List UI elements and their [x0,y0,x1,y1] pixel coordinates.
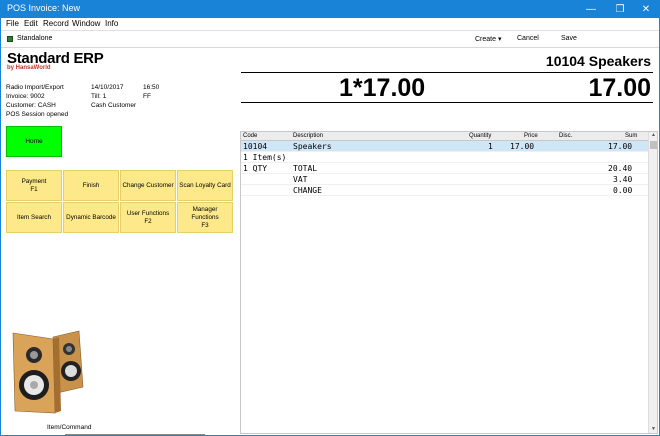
cell-code: 10104 [243,142,268,151]
vertical-scrollbar[interactable]: ▲ ▼ [648,132,657,433]
payment-label: Payment [21,177,47,185]
menu-window[interactable]: Window [72,19,100,28]
table-header: Code Description Quantity Price Disc. Su… [241,132,648,141]
current-item-display: 10104 Speakers [545,53,651,69]
cancel-button[interactable]: Cancel [517,35,539,42]
table-row[interactable]: 10104 Speakers 1 17.00 17.00 [241,141,648,152]
mode-label: Standalone [17,35,53,42]
time-label: 16:50 [143,84,160,91]
finish-label: Finish [82,181,100,189]
user-functions-key: F2 [144,217,152,225]
save-button[interactable]: Save [561,35,577,42]
change-customer-label: Change Customer [122,181,174,189]
cell-description: Speakers [293,142,332,151]
create-button[interactable]: Create ▾ [475,35,501,43]
cell-price: 17.00 [510,142,535,151]
item-command-input[interactable] [65,431,205,435]
user-functions-label: User Functions [126,209,170,217]
session-status: POS Session opened [6,111,69,118]
home-button-label: Home [25,138,43,145]
manager-functions-key: F3 [201,221,209,229]
toolbar: Standalone Create ▾ Cancel Save [1,30,659,48]
menu-edit[interactable]: Edit [24,19,38,28]
payment-key: F1 [30,185,38,193]
table-row[interactable]: 1 Item(s) [241,152,648,163]
company-label: Radio Import/Export [6,84,64,91]
column-description: Description [293,133,324,139]
user-functions-button[interactable]: User Functions F2 [120,202,176,233]
table-row[interactable]: 1 QTY TOTAL 20.40 [241,163,648,174]
cell-description: CHANGE [293,186,322,195]
cell-sum: 3.40 [613,175,633,184]
column-code: Code [243,133,258,139]
scan-loyalty-card-button[interactable]: Scan Loyalty Card [177,170,233,201]
dynamic-barcode-button[interactable]: Dynamic Barcode [63,202,119,233]
column-sum: Sum [625,133,638,139]
cell-sum: 17.00 [608,142,633,151]
column-quantity: Quantity [469,133,492,139]
menu-file[interactable]: File [6,19,19,28]
title-bar: POS Invoice: New — ❐ ✕ [1,1,659,18]
scan-loyalty-card-label: Scan Loyalty Card [179,181,231,189]
cell-code: 1 QTY [243,164,268,173]
cell-sum: 20.40 [608,164,633,173]
scroll-up-icon[interactable]: ▲ [650,132,657,139]
logo: Standard ERP by HansaWorld [7,50,104,71]
invoice-label: Invoice: 9002 [6,93,45,100]
window-title: POS Invoice: New [7,3,81,13]
item-search-label: Item Search [17,213,51,221]
display-divider-top [241,72,653,73]
function-keys: Payment F1 Finish Change Customer Scan L… [6,170,234,234]
pos-invoice-window: POS Invoice: New — ❐ ✕ File Edit Record … [0,0,660,436]
till-label: Till: 1 [91,93,107,100]
invoice-lines-table: Code Description Quantity Price Disc. Su… [240,131,658,434]
table-body: 10104 Speakers 1 17.00 17.00 1 Item(s) 1… [241,141,648,196]
total-display: 17.00 [588,74,651,102]
speaker-item-image [12,330,84,414]
cell-description: VAT [293,175,308,184]
column-disc: Disc. [559,133,573,139]
customer-name-label: Cash Customer [91,102,137,109]
display-divider-bottom [241,102,653,103]
cell-quantity: 1 [488,142,493,151]
customer-label: Customer: CASH [6,102,56,109]
minimize-icon[interactable]: — [576,1,606,18]
qty-price-display: 1*17.00 [339,74,426,102]
cell-description: TOTAL [293,164,318,173]
change-customer-button[interactable]: Change Customer [120,170,176,201]
column-price: Price [524,133,538,139]
manager-functions-label-2: Functions [191,213,219,221]
close-icon[interactable]: ✕ [631,1,660,18]
manager-functions-button[interactable]: Manager Functions F3 [177,202,233,233]
ff-label: FF [143,93,151,100]
cell-sum: 0.00 [613,186,633,195]
dynamic-barcode-label: Dynamic Barcode [66,213,116,221]
scroll-thumb[interactable] [650,141,657,149]
table-row[interactable]: VAT 3.40 [241,174,648,185]
cell-code: 1 Item(s) [243,153,287,162]
scroll-down-icon[interactable]: ▼ [650,426,657,433]
table-row[interactable]: CHANGE 0.00 [241,185,648,196]
manager-functions-label-1: Manager [192,205,218,213]
item-command-label: Item/Command [47,424,92,431]
item-search-button[interactable]: Item Search [6,202,62,233]
home-button[interactable]: Home [6,126,62,157]
finish-button[interactable]: Finish [63,170,119,201]
payment-button[interactable]: Payment F1 [6,170,62,201]
standalone-icon [7,36,13,42]
menu-info[interactable]: Info [105,19,118,28]
menu-record[interactable]: Record [43,19,69,28]
date-label: 14/10/2017 [91,84,124,91]
menu-bar: File Edit Record Window Info [1,18,659,30]
